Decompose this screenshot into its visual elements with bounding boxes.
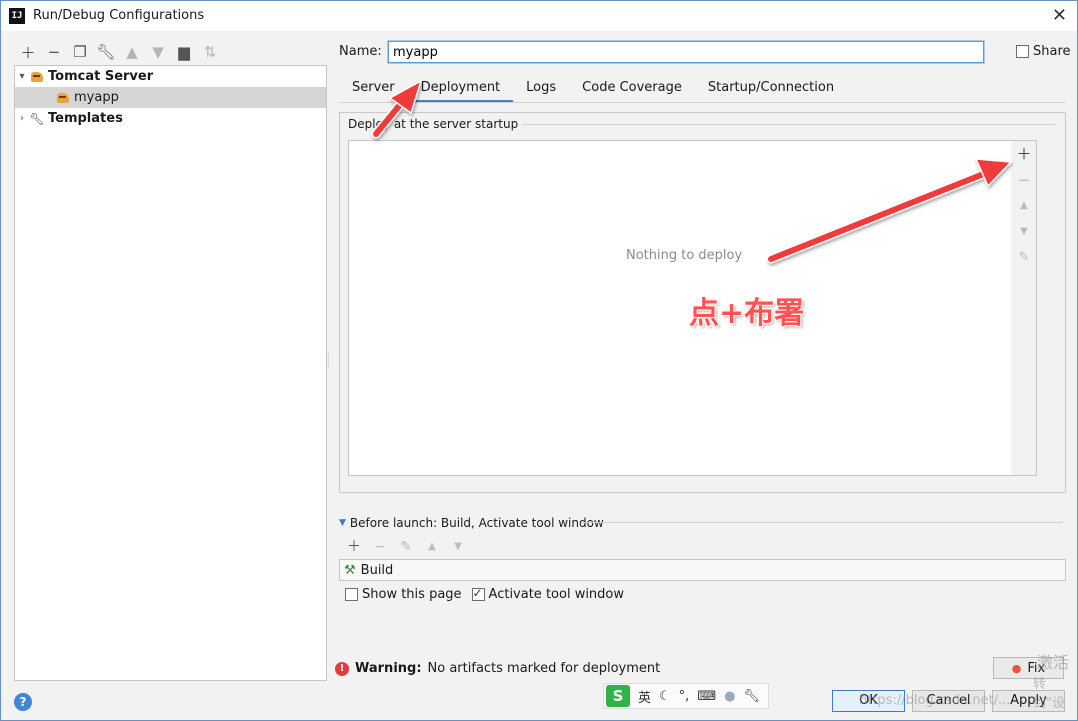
activate-tool-window-label: Activate tool window [488, 587, 625, 602]
chevron-right-icon[interactable]: › [15, 113, 29, 124]
before-launch-options: Show this page Activate tool window [345, 586, 625, 602]
ime-mode[interactable]: 英 [638, 687, 651, 706]
splitter-handle[interactable]: · · · · · [327, 351, 330, 371]
show-page-label: Show this page [362, 587, 462, 602]
user-icon[interactable]: ● [724, 689, 735, 704]
tree-item-myapp[interactable]: myapp [15, 87, 326, 108]
window-title: Run/Debug Configurations [33, 8, 205, 23]
tabs-divider [339, 102, 1065, 103]
run-debug-dialog: IJ Run/Debug Configurations ✕ ＋ − ❐ 🔧︎ ▲… [0, 0, 1078, 721]
wrench-icon: 🔧︎ [29, 111, 45, 126]
deployment-list-toolbar [1011, 140, 1037, 476]
tab-server[interactable]: Server [339, 75, 408, 103]
config-toolbar: ＋ − ❐ 🔧︎ ▲ ▼ ▆ ⇅ [15, 41, 223, 63]
intellij-app-icon: IJ [9, 8, 25, 24]
move-down-icon[interactable]: ▼ [145, 41, 171, 63]
help-icon[interactable]: ? [14, 693, 32, 711]
deploy-group-title: Deploy at the server startup [348, 117, 523, 131]
add-icon[interactable]: ＋ [341, 537, 367, 557]
before-launch-task-list[interactable]: ⚒︎ Build [339, 559, 1066, 581]
add-icon[interactable]: ＋ [1014, 144, 1034, 164]
folder-icon[interactable]: ▆ [171, 41, 197, 63]
move-up-icon[interactable]: ▲ [419, 537, 445, 557]
remove-icon[interactable]: − [41, 41, 67, 63]
warning-bar: ! Warning: No artifacts marked for deplo… [335, 661, 660, 676]
tomcat-icon [29, 70, 45, 84]
remove-icon[interactable]: − [1014, 170, 1034, 190]
ime-logo[interactable]: S [606, 685, 630, 707]
task-build[interactable]: Build [361, 563, 394, 578]
watermark-line2: 转到"设 [1033, 677, 1065, 711]
remove-icon[interactable]: − [367, 537, 393, 557]
tab-code-coverage[interactable]: Code Coverage [569, 75, 695, 103]
moon-icon[interactable]: ☾ [659, 689, 671, 704]
warning-prefix: Warning: [355, 661, 422, 676]
hammer-icon: ⚒︎ [344, 562, 356, 578]
punctuation-icon[interactable]: °, [679, 689, 690, 704]
config-tabs: Server Deployment Logs Code Coverage Sta… [339, 75, 847, 103]
ime-toolbar: S 英 ☾ °, ⌨ ● 🔧︎ [603, 683, 769, 709]
share-option[interactable]: Share [1016, 44, 1071, 59]
tab-startup-connection[interactable]: Startup/Connection [695, 75, 847, 103]
move-up-icon[interactable]: ▲ [1014, 196, 1034, 216]
chevron-down-icon[interactable]: ▾ [15, 71, 29, 82]
move-down-icon[interactable]: ▼ [445, 537, 471, 557]
empty-list-text: Nothing to deploy [626, 248, 743, 263]
keyboard-icon[interactable]: ⌨ [697, 689, 716, 704]
copy-icon[interactable]: ❐ [67, 41, 93, 63]
close-icon[interactable]: ✕ [1052, 5, 1067, 26]
edit-icon[interactable]: ✎ [1014, 248, 1034, 268]
move-down-icon[interactable]: ▼ [1014, 222, 1034, 242]
collapse-arrow-icon[interactable]: ▼ [339, 518, 346, 528]
title-bar: IJ Run/Debug Configurations ✕ [1, 1, 1077, 31]
watermark-url: https://blog.csdn.net/... [859, 693, 1011, 708]
share-checkbox[interactable] [1016, 45, 1029, 58]
watermark-line1: 激活 [1037, 653, 1070, 672]
tab-logs[interactable]: Logs [513, 75, 569, 103]
tree-item-label: Templates [48, 111, 123, 126]
name-field[interactable] [388, 41, 984, 63]
wrench-icon[interactable]: 🔧︎ [93, 41, 119, 63]
tab-deployment[interactable]: Deployment [407, 75, 514, 103]
name-label: Name: [339, 44, 382, 59]
tree-item-label: Tomcat Server [48, 69, 154, 84]
edit-icon[interactable]: ✎ [393, 537, 419, 557]
before-launch-divider [581, 522, 1063, 523]
activate-tool-window-checkbox[interactable] [471, 586, 485, 601]
deployment-list[interactable] [348, 140, 1012, 476]
sort-icon[interactable]: ⇅ [197, 41, 223, 63]
add-icon[interactable]: ＋ [15, 41, 41, 63]
share-label: Share [1033, 44, 1071, 59]
warning-text: No artifacts marked for deployment [427, 661, 661, 676]
before-launch-header[interactable]: ▼ Before launch: Build, Activate tool wi… [339, 516, 604, 530]
tree-item-templates[interactable]: › 🔧︎ Templates [15, 108, 326, 129]
move-up-icon[interactable]: ▲ [119, 41, 145, 63]
tree-item-label: myapp [74, 90, 119, 105]
wrench-icon[interactable]: 🔧︎ [743, 689, 760, 704]
tomcat-icon [55, 91, 71, 105]
annotation-text: 点+布署 [689, 296, 805, 331]
show-page-checkbox[interactable] [345, 588, 358, 601]
warning-icon: ! [335, 661, 349, 676]
lightbulb-icon: ● [1011, 661, 1022, 675]
group-divider [497, 124, 1055, 125]
before-launch-toolbar: ＋ − ✎ ▲ ▼ [341, 537, 471, 557]
tree-item-tomcat-server[interactable]: ▾ Tomcat Server [15, 66, 326, 87]
configuration-tree: ▾ Tomcat Server myapp › 🔧︎ Templates [14, 65, 327, 681]
before-launch-title: Before launch: Build, Activate tool wind… [349, 516, 604, 530]
